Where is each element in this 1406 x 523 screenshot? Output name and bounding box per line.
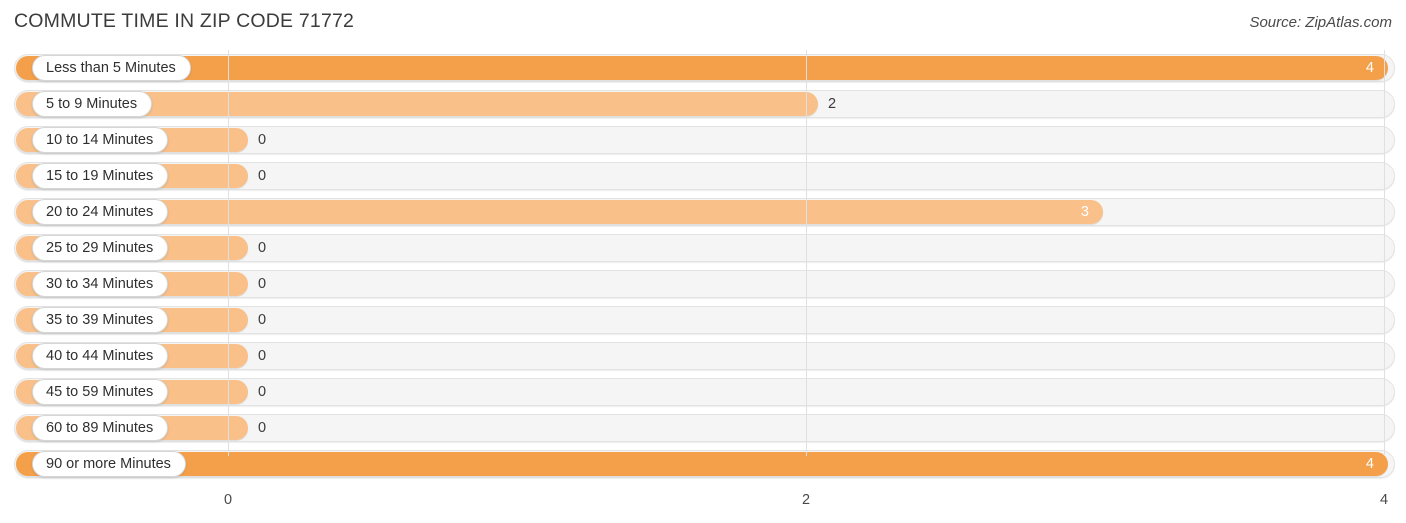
bar-value-label: 0	[258, 132, 267, 148]
bar-value-label: 0	[258, 168, 267, 184]
gridline	[1384, 50, 1385, 456]
x-axis-tick-label: 2	[801, 492, 811, 508]
bar-row[interactable]: 40 to 44 Minutes 0	[14, 342, 1395, 370]
source-attribution: Source: ZipAtlas.com	[1249, 14, 1392, 31]
bar-row[interactable]: 90 or more Minutes 4	[14, 450, 1395, 478]
bar-category-label: 20 to 24 Minutes	[32, 199, 169, 225]
bar-value-label: 2	[828, 96, 837, 112]
bar-category-label: 90 or more Minutes	[32, 451, 186, 477]
bar-row[interactable]: 60 to 89 Minutes 0	[14, 414, 1395, 442]
bar-value-label: 4	[1365, 456, 1374, 472]
bar-category-text: 40 to 44 Minutes	[46, 348, 154, 364]
bar-row[interactable]: 10 to 14 Minutes 0	[14, 126, 1395, 154]
bar-value-label: 0	[258, 420, 267, 436]
bar-row[interactable]: Less than 5 Minutes 4	[14, 54, 1395, 82]
gridline	[806, 50, 807, 456]
gridline	[228, 50, 229, 456]
bar-fill	[16, 56, 1388, 80]
bar-row[interactable]: 30 to 34 Minutes 0	[14, 270, 1395, 298]
bar-row[interactable]: 25 to 29 Minutes 0	[14, 234, 1395, 262]
bar-row[interactable]: 45 to 59 Minutes 0	[14, 378, 1395, 406]
bar-category-label: Less than 5 Minutes	[32, 55, 191, 81]
bar-row[interactable]: 5 to 9 Minutes 2	[14, 90, 1395, 118]
bar-category-text: 15 to 19 Minutes	[46, 168, 154, 184]
bar-category-label: 60 to 89 Minutes	[32, 415, 169, 441]
bar-category-text: 20 to 24 Minutes	[46, 204, 154, 220]
bar-category-label: 30 to 34 Minutes	[32, 271, 169, 297]
x-axis-tick-label: 0	[223, 492, 233, 508]
bar-category-text: 25 to 29 Minutes	[46, 240, 154, 256]
bar-category-text: 5 to 9 Minutes	[46, 96, 138, 112]
bar-value-label: 0	[258, 384, 267, 400]
page-title: COMMUTE TIME IN ZIP CODE 71772	[14, 10, 355, 32]
bar-category-label: 45 to 59 Minutes	[32, 379, 169, 405]
bar-value-label: 0	[258, 240, 267, 256]
bar-category-text: 35 to 39 Minutes	[46, 312, 154, 328]
bar-fill	[16, 200, 1103, 224]
bar-value-label: 4	[1365, 60, 1374, 76]
bar-category-text: 30 to 34 Minutes	[46, 276, 154, 292]
bar-category-text: 60 to 89 Minutes	[46, 420, 154, 436]
bar-category-label: 5 to 9 Minutes	[32, 91, 153, 117]
bar-value-label: 3	[1080, 204, 1089, 220]
bar-category-text: 90 or more Minutes	[46, 456, 171, 472]
bar-category-label: 35 to 39 Minutes	[32, 307, 169, 333]
bar-category-text: 10 to 14 Minutes	[46, 132, 154, 148]
bar-value-label: 0	[258, 348, 267, 364]
bar-row[interactable]: 20 to 24 Minutes 3	[14, 198, 1395, 226]
bar-row[interactable]: 15 to 19 Minutes 0	[14, 162, 1395, 190]
bar-category-label: 25 to 29 Minutes	[32, 235, 169, 261]
bar-category-label: 40 to 44 Minutes	[32, 343, 169, 369]
bar-value-label: 0	[258, 276, 267, 292]
x-axis: 0 2 4	[0, 492, 1406, 523]
bar-value-label: 0	[258, 312, 267, 328]
bar-fill	[16, 452, 1388, 476]
bar-category-text: 45 to 59 Minutes	[46, 384, 154, 400]
bar-category-label: 10 to 14 Minutes	[32, 127, 169, 153]
bar-category-label: 15 to 19 Minutes	[32, 163, 169, 189]
x-axis-tick-label: 4	[1379, 492, 1389, 508]
bar-row[interactable]: 35 to 39 Minutes 0	[14, 306, 1395, 334]
chart-plot-area: Less than 5 Minutes 4 5 to 9 Minutes 2 10 to…	[0, 50, 1406, 508]
bar-category-text: Less than 5 Minutes	[46, 60, 176, 76]
